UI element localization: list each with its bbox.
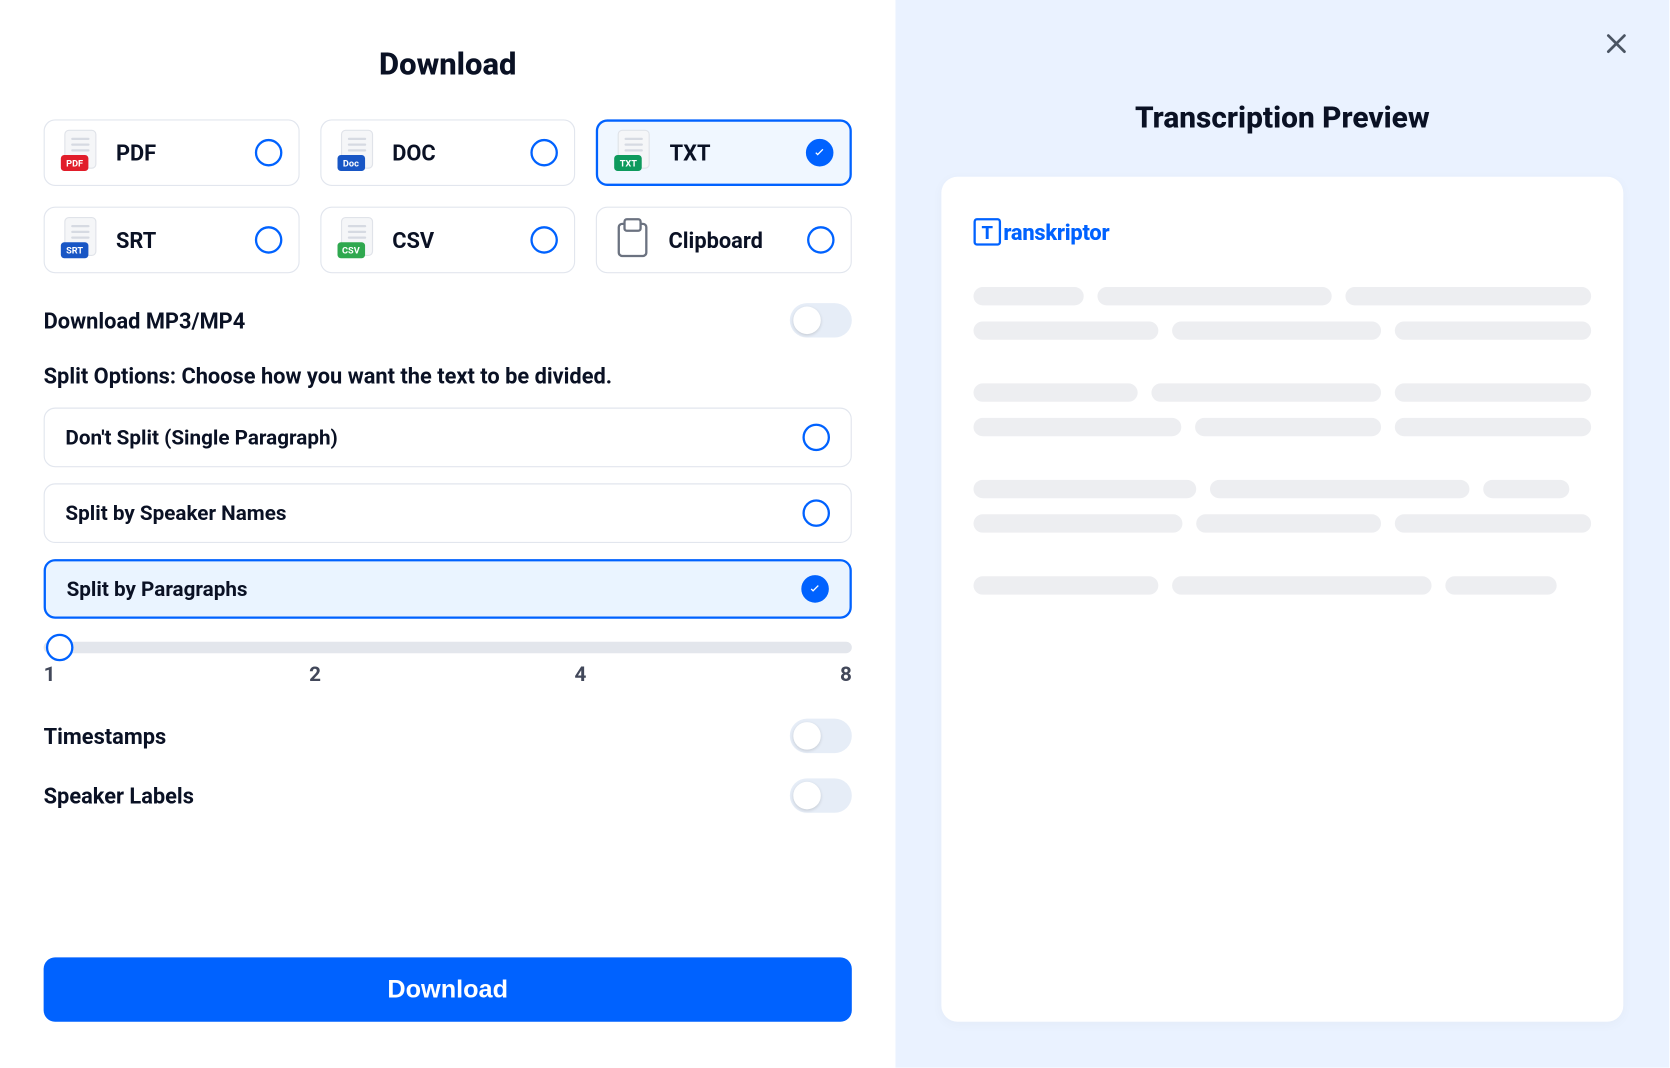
format-csv[interactable]: CSV CSV <box>320 207 576 274</box>
radio-unchecked <box>531 139 559 167</box>
brand-logo: T ranskriptor <box>974 218 1592 246</box>
timestamps-label: Timestamps <box>44 723 167 749</box>
mp3-toggle[interactable] <box>790 303 852 337</box>
format-label: DOC <box>392 139 531 165</box>
download-button[interactable]: Download <box>44 957 852 1021</box>
srt-file-icon: SRT <box>61 217 100 263</box>
split-label: Split by Speaker Names <box>65 501 286 525</box>
tick-1: 1 <box>44 662 56 686</box>
radio-checked <box>806 139 834 167</box>
format-grid: PDF PDF Doc DOC TXT TXT SRT SRT CSV CSV … <box>44 119 852 273</box>
close-icon[interactable] <box>1603 30 1631 58</box>
format-label: TXT <box>670 139 806 165</box>
format-txt[interactable]: TXT TXT <box>596 119 852 186</box>
brand-t-icon: T <box>974 218 1002 246</box>
split-label: Split by Paragraphs <box>67 577 248 601</box>
format-label: PDF <box>116 139 255 165</box>
speaker-labels-label: Speaker Labels <box>44 782 194 808</box>
txt-file-icon: TXT <box>615 130 654 176</box>
format-label: CSV <box>392 227 531 253</box>
format-label: Clipboard <box>669 227 808 253</box>
split-option-speaker[interactable]: Split by Speaker Names <box>44 483 852 543</box>
radio-unchecked <box>254 139 282 167</box>
brand-text: ranskriptor <box>1003 219 1109 245</box>
format-doc[interactable]: Doc DOC <box>320 119 576 186</box>
radio-unchecked <box>802 499 830 527</box>
speaker-labels-toggle[interactable] <box>790 778 852 812</box>
timestamps-row: Timestamps <box>44 719 852 753</box>
pdf-file-icon: PDF <box>61 130 100 176</box>
radio-unchecked <box>802 424 830 452</box>
speaker-labels-row: Speaker Labels <box>44 778 852 812</box>
doc-file-icon: Doc <box>337 130 376 176</box>
preview-panel: Transcription Preview T ranskriptor <box>895 0 1669 1068</box>
split-option-paragraphs[interactable]: Split by Paragraphs <box>44 559 852 619</box>
radio-unchecked <box>254 226 282 254</box>
tick-4: 4 <box>575 662 587 686</box>
mp3-label: Download MP3/MP4 <box>44 307 246 333</box>
split-label: Don't Split (Single Paragraph) <box>65 425 337 449</box>
slider-thumb[interactable] <box>46 634 74 662</box>
csv-file-icon: CSV <box>337 217 376 263</box>
tick-2: 2 <box>309 662 321 686</box>
format-label: SRT <box>116 227 255 253</box>
timestamps-toggle[interactable] <box>790 719 852 753</box>
radio-checked <box>801 575 829 603</box>
paragraph-slider[interactable]: 1 2 4 8 <box>44 642 852 687</box>
radio-unchecked <box>531 226 559 254</box>
download-panel: Download PDF PDF Doc DOC TXT TXT SRT SRT… <box>0 0 895 1068</box>
format-srt[interactable]: SRT SRT <box>44 207 300 274</box>
preview-document: T ranskriptor <box>941 177 1623 1022</box>
mp3-row: Download MP3/MP4 <box>44 303 852 337</box>
slider-ticks: 1 2 4 8 <box>44 662 852 686</box>
format-pdf[interactable]: PDF PDF <box>44 119 300 186</box>
format-clipboard[interactable]: Clipboard <box>596 207 852 274</box>
preview-title: Transcription Preview <box>941 101 1623 135</box>
split-option-dont-split[interactable]: Don't Split (Single Paragraph) <box>44 408 852 468</box>
tick-8: 8 <box>840 662 852 686</box>
radio-unchecked <box>807 226 835 254</box>
clipboard-icon <box>618 223 648 257</box>
split-heading: Split Options: Choose how you want the t… <box>44 363 852 389</box>
download-title: Download <box>44 46 852 83</box>
